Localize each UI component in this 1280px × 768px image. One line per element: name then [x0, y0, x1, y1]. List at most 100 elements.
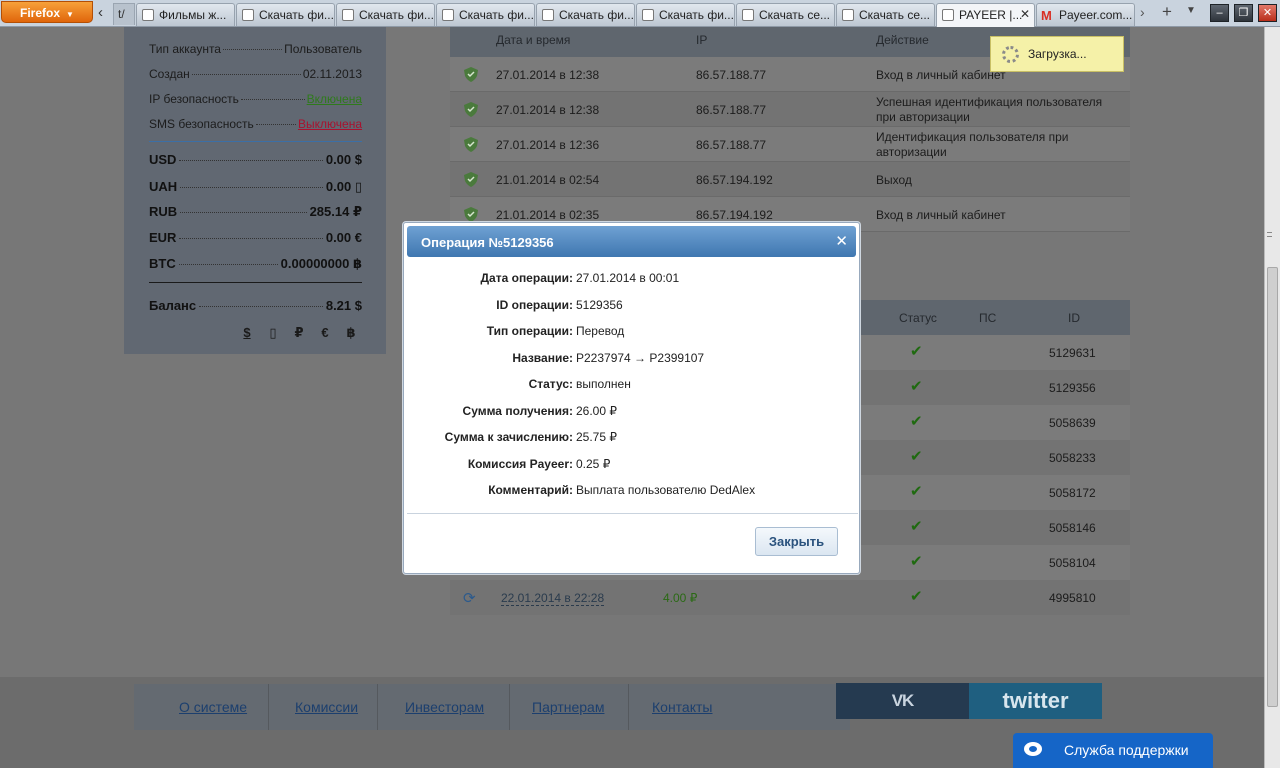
footer-link-contacts[interactable]: Контакты: [652, 699, 712, 715]
row-ip: 86.57.188.77: [696, 103, 767, 117]
close-button[interactable]: Закрыть: [755, 527, 838, 556]
twitter-logo-icon: twitter: [1002, 688, 1069, 713]
browser-tab[interactable]: Фильмы ж...: [136, 3, 235, 26]
detail-label: ID операции:: [496, 298, 573, 312]
row-action: Успешная идентификация пользователя при …: [876, 95, 1103, 124]
ip-security-row: IP безопасность Включена: [149, 92, 362, 110]
browser-tab[interactable]: Скачать фи...: [636, 3, 735, 26]
firefox-menu-button[interactable]: Firefox ▼: [1, 1, 93, 23]
total-balance-amount: 8.21 $: [325, 298, 362, 313]
currency-switch-eur[interactable]: €: [312, 325, 338, 341]
tab-title: Скачать фи...: [459, 8, 534, 22]
dot-leader: [255, 124, 297, 125]
currency-amount: 285.14 ₽: [309, 204, 362, 219]
page-icon: [342, 9, 354, 21]
browser-tab[interactable]: Скачать фи...: [336, 3, 435, 26]
account-type-row: Тип аккаунта Пользователь: [149, 42, 362, 60]
currency-amount: 0.00 €: [325, 230, 362, 245]
minimize-icon[interactable]: –: [1210, 4, 1229, 22]
transaction-amount: 4.00 ₽: [663, 591, 698, 605]
detail-label: Тип операции:: [486, 324, 573, 338]
transaction-date-link[interactable]: 22.01.2014 в 22:28: [501, 591, 605, 606]
transaction-row[interactable]: ⟳ 22.01.2014 в 22:28 4.00 ₽ ✔ 4995810: [450, 580, 1130, 615]
page-icon: [542, 9, 554, 21]
currency-code: UAH: [149, 179, 178, 194]
column-header-ps: ПС: [979, 311, 997, 325]
gmail-icon: M: [1041, 8, 1052, 23]
maximize-icon[interactable]: ❐: [1234, 4, 1253, 22]
page-content: Тип аккаунта Пользователь Создан 02.11.201…: [0, 27, 1264, 768]
account-sidebar: Тип аккаунта Пользователь Создан 02.11.201…: [124, 27, 386, 354]
scrollbar-thumb[interactable]: [1267, 267, 1278, 707]
detail-value: выполнен: [576, 377, 631, 391]
dot-leader: [179, 238, 323, 239]
sms-security-row: SMS безопасность Выключена: [149, 117, 362, 135]
tab-partial[interactable]: t/: [113, 3, 135, 25]
vk-button[interactable]: VK: [836, 683, 969, 719]
currency-code: RUB: [149, 204, 178, 219]
dot-leader: [191, 74, 301, 75]
balance-row-usd: USD 0.00 $: [149, 152, 362, 172]
currency-amount: 0.00000000 ฿: [280, 256, 362, 271]
tab-scroll-left-icon[interactable]: ‹: [98, 4, 103, 21]
total-balance-row: Баланс 8.21 $: [149, 298, 362, 318]
detail-value: 27.01.2014 в 00:01: [576, 271, 680, 285]
column-header-status: Статус: [899, 311, 937, 325]
browser-tab[interactable]: Скачать фи...: [536, 3, 635, 26]
page-scrollbar[interactable]: [1264, 27, 1280, 768]
scrollbar-grip-icon: [1267, 232, 1272, 237]
transaction-id: 5058146: [1049, 521, 1096, 535]
browser-tab[interactable]: Скачать се...: [736, 3, 835, 26]
detail-value: 25.75 ₽: [576, 430, 617, 444]
check-icon: ✔: [910, 378, 923, 395]
close-icon[interactable]: ✕: [835, 232, 848, 250]
tab-title: Скачать фи...: [359, 8, 434, 22]
vk-logo-icon: VK: [891, 691, 915, 710]
tab-title: Фильмы ж...: [159, 8, 227, 22]
tab-list-icon[interactable]: ▼: [1186, 5, 1196, 16]
detail-value: Выплата пользователю DedAlex: [576, 483, 756, 497]
ip-security-toggle-link[interactable]: Включена: [307, 92, 362, 106]
row-action: Вход в личный кабинет: [876, 208, 1006, 222]
footer-link-partners[interactable]: Партнерам: [532, 699, 604, 715]
loading-toast: Загрузка...: [990, 36, 1124, 72]
tab-title: Payeer.com...: [1059, 8, 1133, 22]
currency-switch-usd[interactable]: $: [234, 325, 260, 341]
detail-label: Сумма к зачислению:: [444, 430, 573, 444]
shield-icon: [464, 137, 478, 152]
tab-title: Скачать фи...: [559, 8, 634, 22]
column-header-id: ID: [1068, 311, 1080, 325]
window-close-icon[interactable]: ✕: [1258, 4, 1277, 22]
browser-tab[interactable]: M Payeer.com...: [1036, 3, 1135, 26]
support-chat-button[interactable]: Служба поддержки: [1013, 733, 1213, 768]
currency-switch-rub[interactable]: ₽: [286, 325, 312, 341]
footer-link-about[interactable]: О системе: [179, 699, 247, 715]
chevron-down-icon: ▼: [66, 10, 74, 19]
detail-row: Статус: выполнен: [404, 377, 861, 395]
created-row: Создан 02.11.2013: [149, 67, 362, 85]
footer-link-investors[interactable]: Инвесторам: [405, 699, 484, 715]
browser-tab[interactable]: Скачать се...: [836, 3, 935, 26]
currency-switch-btc[interactable]: ฿: [338, 325, 364, 341]
detail-value: Перевод: [576, 324, 625, 338]
browser-tab[interactable]: Скачать фи...: [436, 3, 535, 26]
sms-security-toggle-link[interactable]: Выключена: [298, 117, 362, 131]
dialog-header: Операция №5129356 ✕: [407, 226, 856, 257]
tab-title: Скачать се...: [859, 8, 931, 22]
browser-tab[interactable]: Скачать фи...: [236, 3, 335, 26]
column-header-ip: IP: [696, 33, 708, 47]
new-tab-icon[interactable]: +: [1162, 2, 1172, 22]
table-row: 21.01.2014 в 02:54 86.57.194.192 Выход: [450, 162, 1130, 197]
tab-scroll-right-icon[interactable]: ›: [1140, 4, 1145, 20]
twitter-button[interactable]: twitter: [969, 683, 1102, 719]
detail-row: Комиссия Payeer: 0.25 ₽: [404, 457, 861, 475]
close-tab-icon[interactable]: ✕: [1020, 7, 1030, 21]
browser-tab-active[interactable]: PAYEER |... ✕: [936, 3, 1035, 27]
footer-link-fees[interactable]: Комиссии: [295, 699, 358, 715]
transaction-id: 5058172: [1049, 486, 1096, 500]
check-icon: ✔: [910, 588, 923, 605]
table-row: 27.01.2014 в 12:38 86.57.188.77 Успешная…: [450, 92, 1130, 127]
footer-nav: О системе Комиссии Инвесторам Партнерам …: [134, 684, 850, 730]
currency-amount: 0.00 ▯: [325, 179, 362, 194]
currency-switch-uah[interactable]: ▯: [260, 325, 286, 341]
